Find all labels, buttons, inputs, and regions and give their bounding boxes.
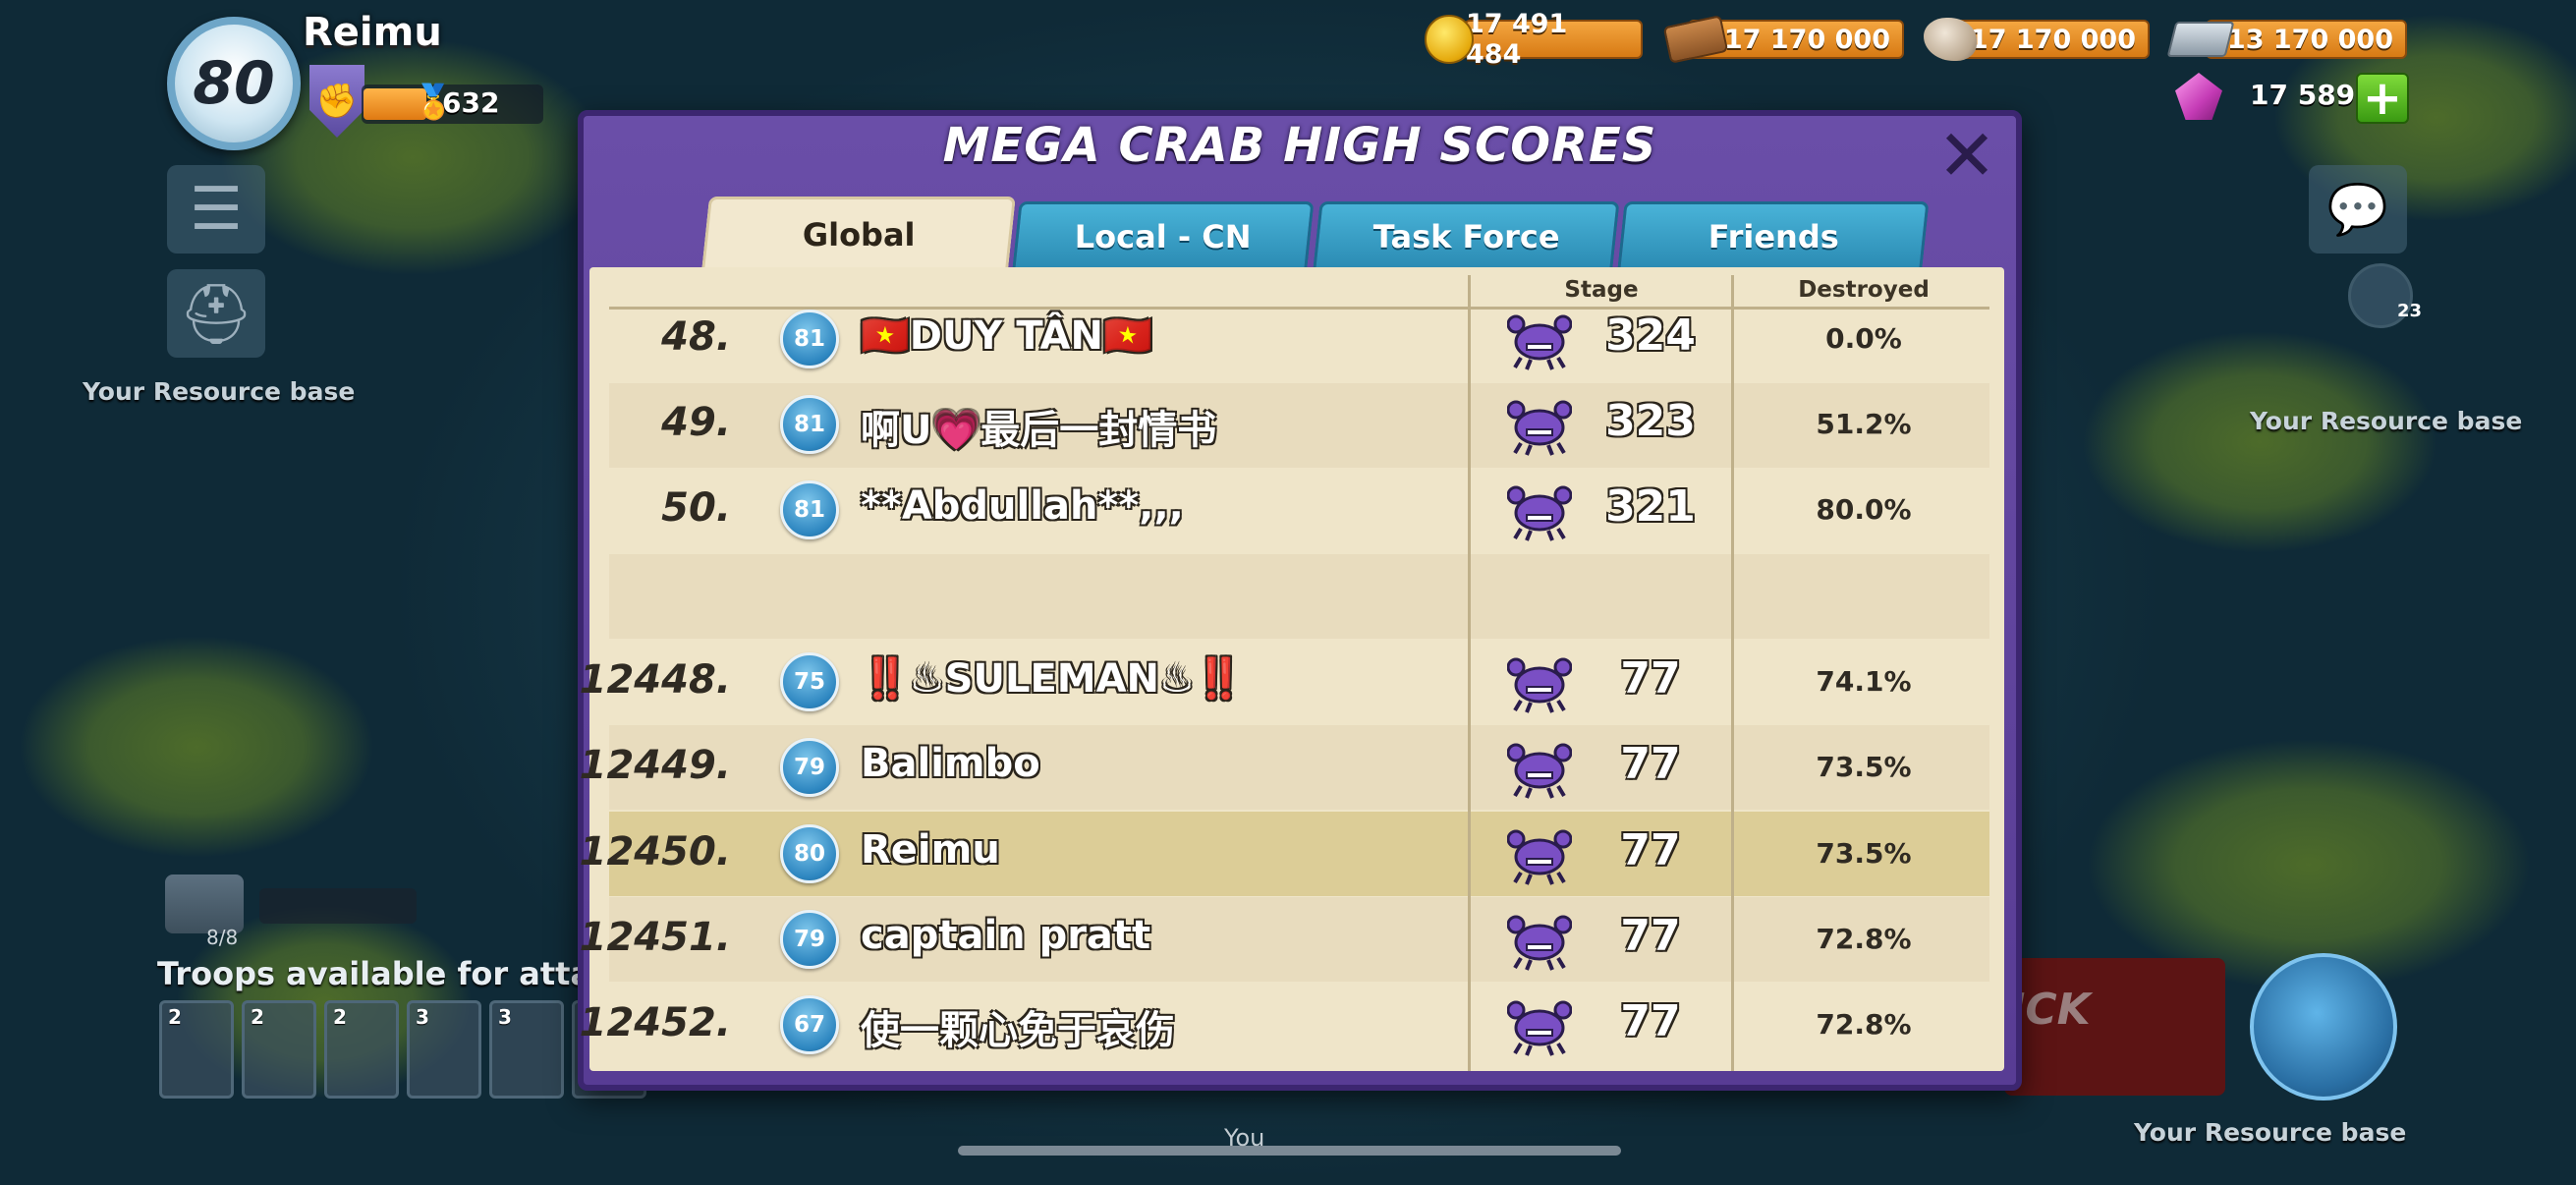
stage-column-header: Stage <box>1564 277 1639 303</box>
mega-crab-icon <box>1507 1000 1572 1056</box>
destroyed-value: 0.0% <box>1825 322 1902 355</box>
wood-icon <box>1662 12 1729 67</box>
troop-card[interactable]: 3 <box>407 1000 481 1099</box>
player-name: Reimu <box>303 10 442 55</box>
player-level-badge: 75 <box>780 652 839 711</box>
stage-value: 77 <box>1620 653 1681 704</box>
player-name[interactable]: 🇻🇳DUY TÂN🇻🇳 <box>861 312 1152 359</box>
tab-task-force[interactable]: Task Force <box>1313 201 1620 268</box>
rank: 12448. <box>579 657 731 703</box>
left-resource-base-label: Your Resource base <box>83 377 356 406</box>
player-name[interactable]: Balimbo <box>861 741 1040 786</box>
stage-value: 77 <box>1620 911 1681 961</box>
mega-crab-icon <box>1507 743 1572 799</box>
stage-value: 77 <box>1620 739 1681 789</box>
close-button[interactable]: ✕ <box>1935 120 1998 191</box>
column-divider <box>1731 275 1734 1071</box>
destroyed-value: 80.0% <box>1816 493 1912 526</box>
home-indicator[interactable] <box>958 1146 1621 1156</box>
header-divider <box>609 307 1989 310</box>
gold-coin-icon <box>1420 12 1479 67</box>
player-name[interactable]: captain pratt <box>861 913 1150 958</box>
player-name[interactable]: Reimu <box>861 827 1000 873</box>
chat-button[interactable]: 💬 <box>2309 165 2407 254</box>
destroyed-value: 74.1% <box>1816 665 1912 698</box>
player-level-badge: 81 <box>780 480 839 539</box>
iron-counter[interactable]: 13 170 000 <box>2206 20 2407 59</box>
mega-crab-icon <box>1507 657 1572 713</box>
diamond-counter: 17 589 <box>2250 79 2356 111</box>
troops-available-label: Troops available for attack: <box>157 955 644 992</box>
destroyed-value: 73.5% <box>1816 751 1912 783</box>
rank: 12449. <box>579 743 731 788</box>
stage-value: 321 <box>1605 481 1696 532</box>
dialog-title: MEGA CRAB HIGH SCORES <box>942 118 1657 173</box>
player-level-badge: 80 <box>780 824 839 883</box>
stage-value: 77 <box>1620 996 1681 1046</box>
rank-shield-icon[interactable]: ✊ <box>309 65 364 138</box>
column-divider <box>1468 275 1471 1071</box>
rank: 12451. <box>579 915 731 960</box>
diamond-icon <box>2169 69 2228 124</box>
player-name[interactable]: 使一颗心免于哀伤 <box>861 998 1175 1055</box>
troop-capacity-bar <box>259 888 417 924</box>
player-level-badge: 81 <box>780 395 839 454</box>
mega-crab-icon <box>1507 915 1572 971</box>
player-level-badge: 79 <box>780 910 839 969</box>
tab-global[interactable]: Global <box>701 197 1016 270</box>
iron-icon <box>2166 12 2235 67</box>
tab-local-cn[interactable]: Local - CN <box>1012 201 1315 268</box>
troop-card[interactable]: 2 <box>242 1000 316 1099</box>
resource-base-button[interactable]: ⛑ <box>167 269 265 358</box>
player-name[interactable]: 啊U💗最后一封情书 <box>861 398 1216 455</box>
troop-capacity-value: 8/8 <box>206 926 239 949</box>
right-resource-base-label: Your Resource base <box>2250 407 2523 435</box>
destroyed-value: 72.8% <box>1816 923 1912 955</box>
headquarters-button[interactable] <box>2250 953 2397 1100</box>
player-name[interactable]: ‼️♨SULEMAN♨‼️ <box>861 655 1244 702</box>
menu-icon: ☰ <box>190 175 243 244</box>
mega-crab-icon <box>1507 485 1572 541</box>
player-name[interactable]: **Abdullah**,,, <box>861 483 1184 529</box>
rank: 48. <box>661 314 731 360</box>
close-icon: ✕ <box>1936 114 1997 197</box>
helmet-icon: ⛑ <box>178 279 254 349</box>
separator-row <box>609 554 1989 639</box>
destroyed-value: 51.2% <box>1816 408 1912 440</box>
troop-card[interactable]: 2 <box>324 1000 399 1099</box>
destroyed-column-header: Destroyed <box>1798 277 1930 303</box>
mega-crab-icon <box>1507 829 1572 885</box>
tab-friends[interactable]: Friends <box>1617 201 1930 268</box>
chat-icon: 💬 <box>2326 180 2389 238</box>
troop-card[interactable]: 3 <box>489 1000 564 1099</box>
stage-value: 324 <box>1605 310 1696 361</box>
mega-crab-icon <box>1507 400 1572 456</box>
gold-counter[interactable]: 17 491 484 <box>1464 9 1643 70</box>
buy-diamonds-button[interactable]: + <box>2356 73 2409 124</box>
stone-counter[interactable]: 17 170 000 <box>1953 20 2150 59</box>
destroyed-value: 73.5% <box>1816 837 1912 870</box>
stage-value: 323 <box>1605 396 1696 446</box>
destroyed-value: 72.8% <box>1816 1008 1912 1041</box>
victory-points-value: 632 <box>442 86 500 119</box>
rank: 50. <box>661 485 731 531</box>
rank: 12452. <box>579 1000 731 1045</box>
stage-value: 77 <box>1620 825 1681 875</box>
stone-icon <box>1921 12 1980 67</box>
player-level-badge: 81 <box>780 310 839 368</box>
troop-card[interactable]: 2 <box>159 1000 234 1099</box>
base-count-badge: 23 <box>2397 301 2423 321</box>
player-level-badge[interactable]: 80 <box>167 17 301 150</box>
player-level-badge: 67 <box>780 995 839 1054</box>
bottom-resource-base-label: Your Resource base <box>2134 1118 2407 1147</box>
troop-crate-icon <box>165 875 244 933</box>
rank: 12450. <box>579 829 731 875</box>
rank: 49. <box>661 400 731 445</box>
menu-button[interactable]: ☰ <box>167 165 265 254</box>
player-level-badge: 79 <box>780 738 839 797</box>
mega-crab-icon <box>1507 314 1572 370</box>
player-level: 80 <box>193 49 275 118</box>
